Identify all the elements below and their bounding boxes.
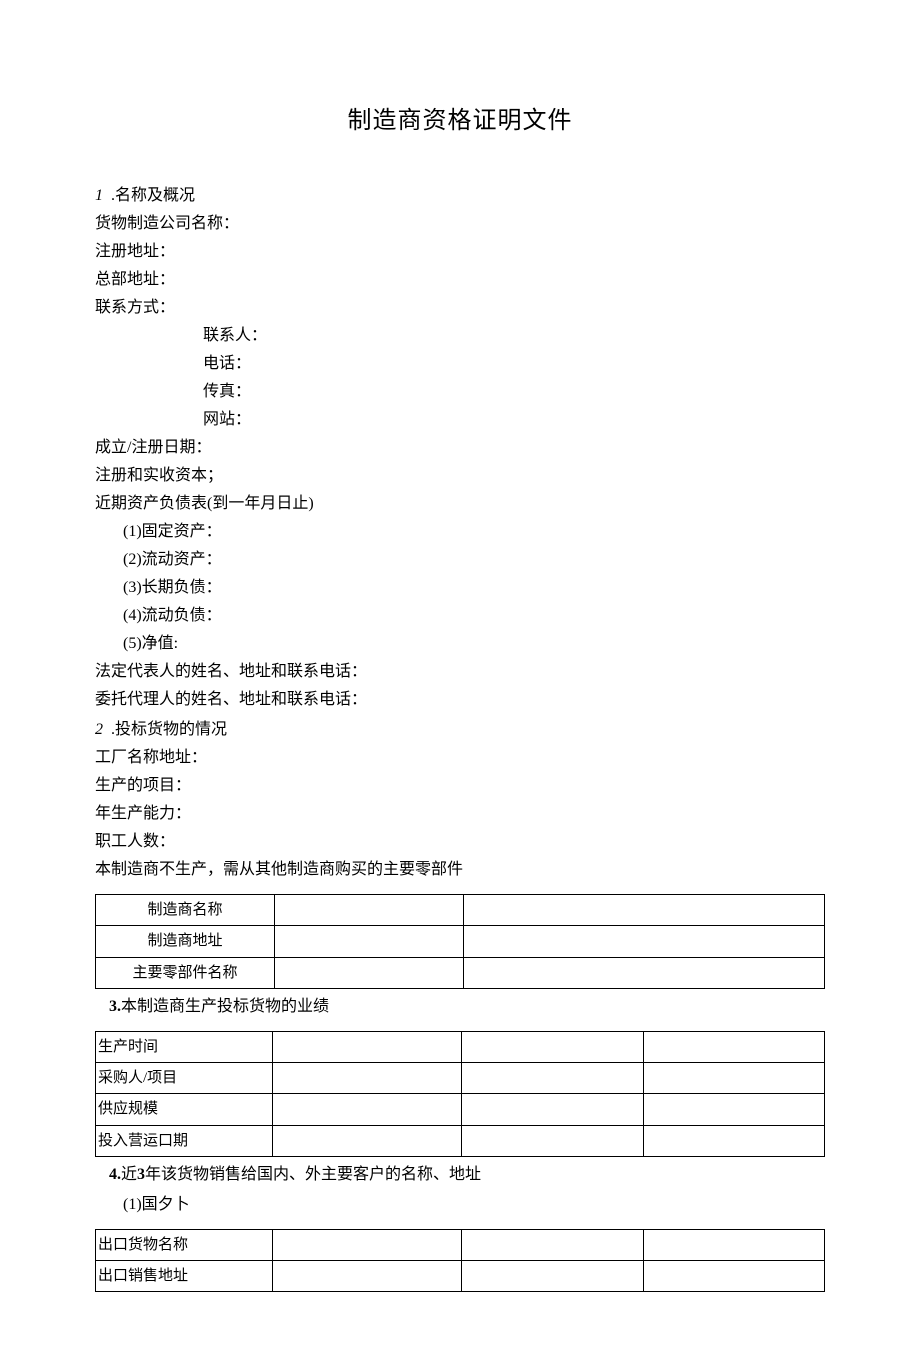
field-contact-fax: 传真： xyxy=(95,378,825,406)
cell-operation-date-label: 投入营运口期 xyxy=(96,1125,273,1156)
cell-empty xyxy=(273,1229,462,1260)
cell-empty xyxy=(275,957,464,988)
cell-purchaser-label: 采购人/项目 xyxy=(96,1063,273,1094)
section-3-number: 3. xyxy=(109,998,121,1015)
cell-empty xyxy=(462,1031,644,1062)
cell-empty xyxy=(273,1031,462,1062)
cell-empty xyxy=(643,1125,825,1156)
field-fixed-assets: (1)固定资产： xyxy=(95,518,825,546)
section-2-number: 2 xyxy=(95,721,103,738)
field-contact: 联系方式： xyxy=(95,294,825,322)
cell-empty xyxy=(643,1229,825,1260)
field-net-value: (5)净值: xyxy=(95,630,825,658)
section-4-heading: 4.近3年该货物销售给国内、外主要客户的名称、地址 xyxy=(95,1161,825,1189)
cell-empty xyxy=(273,1094,462,1125)
section-1-dot: . xyxy=(107,187,115,204)
cell-empty xyxy=(273,1125,462,1156)
section-4-title-b: 年该货物销售给国内、外主要客户的名称、地址 xyxy=(145,1166,481,1183)
table-foreign-customers: 出口货物名称 出口销售地址 xyxy=(95,1229,825,1293)
section-2-heading: 2 .投标货物的情况 xyxy=(95,716,825,744)
table-row: 制造商名称 xyxy=(96,895,825,926)
cell-empty xyxy=(273,1063,462,1094)
field-factory: 工厂名称地址： xyxy=(95,744,825,772)
field-establish-date: 成立/注册日期： xyxy=(95,434,825,462)
table-performance: 生产时间 采购人/项目 供应规模 投入营运口期 xyxy=(95,1031,825,1157)
cell-empty xyxy=(462,1261,644,1292)
section-2-dot: . xyxy=(107,721,115,738)
field-current-assets: (2)流动资产： xyxy=(95,546,825,574)
table-row: 采购人/项目 xyxy=(96,1063,825,1094)
field-reg-address: 注册地址： xyxy=(95,238,825,266)
cell-manufacturer-name-label: 制造商名称 xyxy=(96,895,275,926)
section-1-heading: 1 .名称及概况 xyxy=(95,182,825,210)
page-title: 制造商资格证明文件 xyxy=(95,100,825,142)
field-staff-count: 职工人数： xyxy=(95,828,825,856)
field-longterm-liab: (3)长期负债： xyxy=(95,574,825,602)
table-row: 主要零部件名称 xyxy=(96,957,825,988)
table-row: 生产时间 xyxy=(96,1031,825,1062)
section-1-number: 1 xyxy=(95,187,103,204)
table-row: 出口销售地址 xyxy=(96,1261,825,1292)
field-annual-capacity: 年生产能力： xyxy=(95,800,825,828)
field-agent: 委托代理人的姓名、地址和联系电话： xyxy=(95,686,825,714)
cell-empty xyxy=(462,1094,644,1125)
field-contact-person: 联系人： xyxy=(95,322,825,350)
cell-empty xyxy=(275,926,464,957)
cell-empty xyxy=(275,895,464,926)
field-outsource-note: 本制造商不生产，需从其他制造商购买的主要零部件 xyxy=(95,856,825,884)
cell-empty xyxy=(643,1094,825,1125)
field-balance-sheet: 近期资产负债表(到一年月日止) xyxy=(95,490,825,518)
cell-empty xyxy=(643,1261,825,1292)
table-row: 供应规模 xyxy=(96,1094,825,1125)
cell-supply-scale-label: 供应规模 xyxy=(96,1094,273,1125)
cell-empty xyxy=(273,1261,462,1292)
cell-empty xyxy=(462,1063,644,1094)
table-row: 投入营运口期 xyxy=(96,1125,825,1156)
table-row: 出口货物名称 xyxy=(96,1229,825,1260)
cell-manufacturer-addr-label: 制造商地址 xyxy=(96,926,275,957)
field-hq-address: 总部地址： xyxy=(95,266,825,294)
field-company-name: 货物制造公司名称： xyxy=(95,210,825,238)
field-legal-rep: 法定代表人的姓名、地址和联系电话： xyxy=(95,658,825,686)
cell-empty xyxy=(464,895,825,926)
cell-export-addr-label: 出口销售地址 xyxy=(96,1261,273,1292)
cell-empty xyxy=(643,1031,825,1062)
field-contact-web: 网站： xyxy=(95,406,825,434)
cell-empty xyxy=(462,1229,644,1260)
field-contact-phone: 电话： xyxy=(95,350,825,378)
section-3-heading: 3.本制造商生产投标货物的业绩 xyxy=(95,993,825,1021)
cell-part-name-label: 主要零部件名称 xyxy=(96,957,275,988)
section-4-sub-1: (1)国夕卜 xyxy=(95,1191,825,1219)
field-production-project: 生产的项目： xyxy=(95,772,825,800)
section-4-number: 4. xyxy=(109,1166,121,1183)
section-4-title-a: 近 xyxy=(121,1166,137,1183)
table-outsource-parts: 制造商名称 制造商地址 主要零部件名称 xyxy=(95,894,825,989)
cell-empty xyxy=(462,1125,644,1156)
cell-empty xyxy=(464,926,825,957)
field-current-liab: (4)流动负债： xyxy=(95,602,825,630)
section-1-title: 名称及概况 xyxy=(115,187,195,204)
cell-export-goods-label: 出口货物名称 xyxy=(96,1229,273,1260)
cell-empty xyxy=(464,957,825,988)
section-2-title: 投标货物的情况 xyxy=(115,721,227,738)
cell-empty xyxy=(643,1063,825,1094)
section-4-title-num: 3 xyxy=(137,1166,145,1183)
table-row: 制造商地址 xyxy=(96,926,825,957)
cell-production-time-label: 生产时间 xyxy=(96,1031,273,1062)
section-3-title: 本制造商生产投标货物的业绩 xyxy=(121,998,329,1015)
field-capital: 注册和实收资本； xyxy=(95,462,825,490)
